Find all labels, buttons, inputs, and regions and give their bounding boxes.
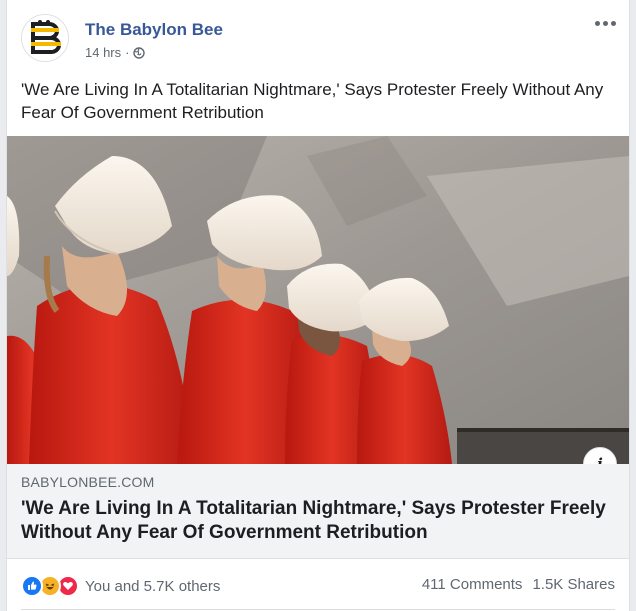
- dot-icon: [594, 20, 600, 26]
- like-icon: [21, 575, 43, 597]
- laughing-face-icon: [45, 583, 55, 590]
- dot-icon: [602, 20, 608, 26]
- globe-icon[interactable]: [133, 46, 146, 59]
- post-message: 'We Are Living In A Totalitarian Nightma…: [21, 80, 604, 122]
- link-preview-image[interactable]: [7, 136, 629, 464]
- heart-icon: [63, 581, 73, 590]
- dot-icon: [610, 20, 616, 26]
- handmaids-protest-image: [7, 136, 629, 464]
- reactions-count[interactable]: You and 5.7K others: [85, 578, 220, 595]
- comments-count-link[interactable]: 411 Comments: [422, 576, 523, 593]
- post-header: The Babylon Bee 14 hrs ·: [7, 0, 629, 70]
- post-timestamp[interactable]: 14 hrs: [85, 45, 121, 60]
- post-footer: You and 5.7K others 411 Comments 1.5K Sh…: [7, 560, 629, 610]
- page-name-link[interactable]: The Babylon Bee: [85, 20, 223, 40]
- reactions-summary[interactable]: You and 5.7K others: [21, 575, 220, 597]
- divider: [21, 609, 615, 610]
- post-meta: 14 hrs ·: [85, 45, 146, 60]
- engagement-counts: 411 Comments 1.5K Shares: [422, 576, 615, 593]
- babylon-bee-logo-icon: [22, 15, 68, 61]
- thumbs-up-icon: [28, 581, 37, 590]
- meta-separator: ·: [125, 45, 130, 60]
- link-title[interactable]: 'We Are Living In A Totalitarian Nightma…: [21, 497, 611, 545]
- page-avatar[interactable]: [21, 14, 69, 62]
- link-domain: BABYLONBEE.COM: [21, 474, 155, 490]
- shares-count-link[interactable]: 1.5K Shares: [532, 576, 615, 593]
- more-options-button[interactable]: [593, 14, 617, 32]
- link-preview-box[interactable]: BABYLONBEE.COM 'We Are Living In A Total…: [7, 464, 629, 559]
- post-card: The Babylon Bee 14 hrs · 'We Are Living …: [6, 0, 630, 611]
